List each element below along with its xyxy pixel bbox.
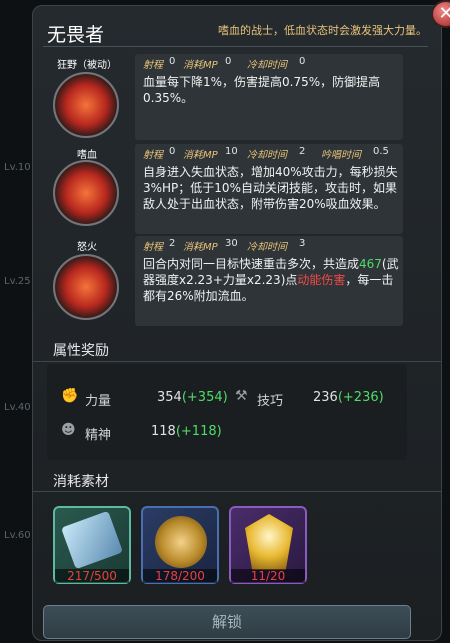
skill-entry: 嗜血 射程 0 消耗MP 10 冷却时间 2 吟唱时间 0.5 自身进入失血状态… <box>47 142 403 234</box>
skill-name: 狂野（被动） <box>57 60 117 71</box>
divider <box>33 491 441 492</box>
range-value: 2 <box>169 238 176 249</box>
fury-skill-icon[interactable] <box>53 254 119 320</box>
cooldown-value: 2 <box>299 146 306 157</box>
skill-name: 怒火 <box>77 242 97 253</box>
mp-value: 0 <box>225 56 232 67</box>
cooldown-value: 0 <box>299 56 306 67</box>
class-subtitle: 嗜血的战士，低血状态时会激发强大力量。 <box>218 24 427 37</box>
material-slot[interactable]: 178/200 <box>141 506 219 584</box>
range-label: 射程 <box>143 150 163 161</box>
skill-info-box: 射程 0 消耗MP 0 冷却时间 0 血量每下降1%，伤害提高0.75%，防御提… <box>135 54 403 140</box>
skill-detail-panel: ✕ 无畏者 嗜血的战士，低血状态时会激发强大力量。 狂野（被动） 射程 0 消耗… <box>32 0 450 641</box>
data-card-icon <box>60 510 124 570</box>
close-button[interactable]: ✕ <box>431 0 450 28</box>
cooldown-label: 冷却时间 <box>247 150 287 161</box>
bloodthirst-skill-icon[interactable] <box>53 160 119 226</box>
mp-value: 30 <box>225 238 238 249</box>
divider <box>33 361 441 362</box>
close-icon: ✕ <box>438 3 450 24</box>
cooldown-label: 冷却时间 <box>247 242 287 253</box>
cooldown-value: 3 <box>299 238 306 249</box>
material-count: 11/20 <box>231 569 305 583</box>
level-marker: Lv.25 <box>4 276 31 287</box>
material-slot[interactable]: 217/500 <box>53 506 131 584</box>
strength-label: 力量 <box>85 394 112 409</box>
cast-time-label: 吟唱时间 <box>321 150 361 161</box>
golden-sphere-icon <box>155 516 207 568</box>
material-count: 217/500 <box>55 569 129 583</box>
range-label: 射程 <box>143 242 163 253</box>
level-marker: Lv.10 <box>4 162 31 173</box>
cast-time-value: 0.5 <box>373 146 389 157</box>
skill-info-box: 射程 0 消耗MP 10 冷却时间 2 吟唱时间 0.5 自身进入失血状态，增加… <box>135 144 403 234</box>
fist-icon: ✊ <box>61 388 79 404</box>
range-value: 0 <box>169 146 176 157</box>
level-marker: Lv.60 <box>4 530 31 541</box>
skill-description: 血量每下降1%，伤害提高0.75%，防御提高0.35%。 <box>143 75 381 105</box>
skill-description: 回合内对同一目标快速重击多次，共造成467(武器强度x2.23+力量x2.23)… <box>143 257 399 303</box>
skill-description: 自身进入失血状态，增加40%攻击力，每秒损失3%HP；低于10%自动关闭技能，攻… <box>143 165 398 211</box>
class-title: 无畏者 <box>47 24 105 46</box>
skill-name: 嗜血 <box>77 150 97 161</box>
head-icon: ☻ <box>61 422 76 438</box>
mp-label: 消耗MP <box>183 60 218 71</box>
level-marker: Lv.40 <box>4 402 31 413</box>
attributes-box: ✊ 力量 354(+354) ⚒ 技巧 236(+236) ☻ 精神 118(+… <box>47 364 407 460</box>
golden-crest-icon <box>245 514 293 570</box>
mp-value: 10 <box>225 146 238 157</box>
mp-label: 消耗MP <box>183 242 218 253</box>
skill-value: 236(+236) <box>313 390 384 405</box>
range-label: 射程 <box>143 60 163 71</box>
unlock-button[interactable]: 解锁 <box>43 605 411 639</box>
spirit-label: 精神 <box>85 428 112 443</box>
cooldown-label: 冷却时间 <box>247 60 287 71</box>
tools-icon: ⚒ <box>235 388 248 404</box>
materials-heading: 消耗素材 <box>53 474 109 490</box>
wild-skill-icon[interactable] <box>53 72 119 138</box>
skill-entry: 狂野（被动） 射程 0 消耗MP 0 冷却时间 0 血量每下降1%，伤害提高0.… <box>47 52 403 142</box>
spirit-value: 118(+118) <box>151 424 222 439</box>
skill-label: 技巧 <box>257 394 284 409</box>
mp-label: 消耗MP <box>183 150 218 161</box>
divider <box>43 46 428 47</box>
attributes-heading: 属性奖励 <box>53 343 109 359</box>
skill-entry: 怒火 射程 2 消耗MP 30 冷却时间 3 回合内对同一目标快速重击多次，共造… <box>47 234 403 328</box>
material-count: 178/200 <box>143 569 217 583</box>
range-value: 0 <box>169 56 176 67</box>
material-slot[interactable]: 11/20 <box>229 506 307 584</box>
skill-info-box: 射程 2 消耗MP 30 冷却时间 3 回合内对同一目标快速重击多次，共造成46… <box>135 236 403 326</box>
strength-value: 354(+354) <box>157 390 228 405</box>
